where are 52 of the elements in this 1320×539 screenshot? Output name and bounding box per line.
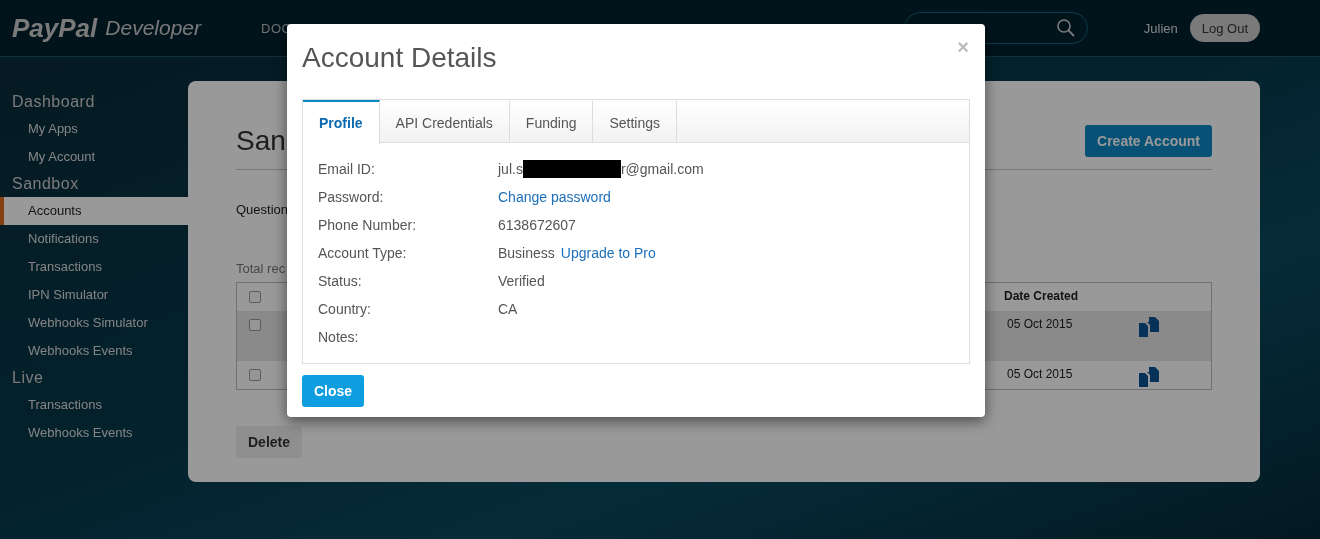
sidebar-item[interactable]: Webhooks Simulator [0, 309, 188, 337]
field-label: Account Type: [318, 245, 408, 261]
sidebar-item[interactable]: My Account [0, 143, 188, 171]
delete-button[interactable]: Delete [236, 426, 303, 458]
copy-icon[interactable] [1139, 317, 1159, 337]
close-button[interactable]: Close [302, 375, 365, 407]
brand-subtitle: Developer [105, 16, 202, 40]
tab[interactable]: API Credentials [379, 100, 510, 142]
sidebar-item[interactable]: Notifications [0, 225, 188, 253]
field-label: Notes: [318, 329, 360, 345]
checkbox[interactable] [249, 319, 261, 331]
sidebar-item[interactable]: Transactions [0, 253, 188, 281]
table-cell-text: 05 Oct 2015 [1007, 367, 1074, 381]
question-text: Question [236, 202, 290, 217]
field-value: Business [498, 245, 555, 261]
brand-logo[interactable]: PayPal [12, 12, 98, 44]
tab[interactable]: Profile [303, 100, 380, 144]
user-name: Julien [1143, 20, 1178, 36]
sidebar-item[interactable]: Webhooks Events [0, 337, 188, 365]
field-link[interactable]: Change password [498, 189, 611, 205]
modal-title: Account Details [302, 42, 497, 74]
field-link[interactable]: Upgrade to Pro [560, 245, 656, 261]
field-label: Email ID: [318, 161, 376, 177]
total-records-text: Total rec [236, 261, 287, 276]
column-header: Date Created [1004, 289, 1080, 303]
field-value: CA [498, 301, 518, 317]
logout-button[interactable]: Log Out [1189, 14, 1260, 42]
sidebar-item[interactable]: My Apps [0, 115, 188, 143]
tab[interactable]: Settings [593, 100, 678, 142]
checkbox[interactable] [249, 291, 261, 303]
sidebar-heading: Sandbox [11, 174, 80, 194]
field-label: Status: [318, 273, 363, 289]
search-icon[interactable] [1056, 19, 1075, 37]
create-account-button[interactable]: Create Account [1085, 125, 1212, 157]
page-title: San [236, 125, 286, 157]
field-value: Verified [498, 273, 545, 289]
email-value-end: r@gmail.com [620, 161, 704, 177]
copy-icon[interactable] [1139, 367, 1159, 387]
checkbox[interactable] [249, 369, 261, 381]
sidebar-heading: Dashboard [11, 92, 96, 112]
field-label: Password: [318, 189, 385, 205]
sidebar-item[interactable]: Webhooks Events [0, 419, 188, 447]
sidebar-heading: Live [11, 368, 45, 388]
email-value-start: jul.s [498, 161, 523, 177]
table-cell-text: 05 Oct 2015 [1007, 317, 1074, 331]
field-label: Country: [318, 301, 372, 317]
field-label: Phone Number: [318, 217, 418, 233]
tab[interactable]: Funding [509, 100, 594, 142]
sidebar-item[interactable]: Accounts [0, 197, 188, 225]
field-value: 6138672607 [498, 217, 576, 233]
sidebar-item[interactable]: Transactions [0, 391, 188, 419]
sidebar-item[interactable]: IPN Simulator [0, 281, 188, 309]
